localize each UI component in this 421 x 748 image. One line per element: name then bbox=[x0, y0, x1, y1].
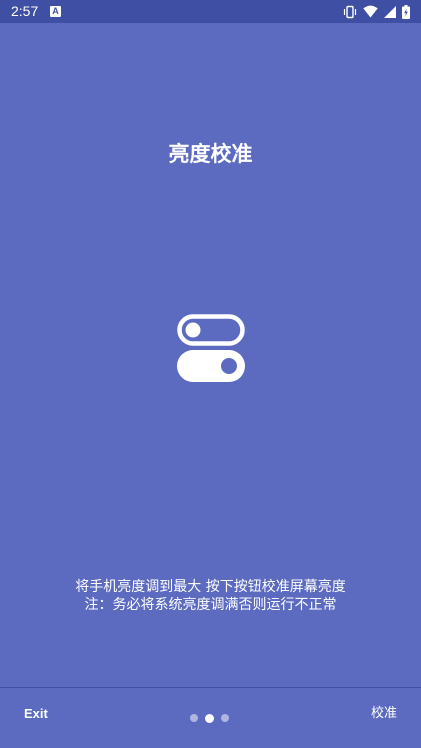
calibrate-button[interactable]: 校准 bbox=[371, 701, 397, 726]
page-dot-2-active bbox=[205, 713, 214, 723]
vibrate-icon bbox=[343, 5, 357, 19]
calibration-screen: 2:57 A 亮度校准 将手机亮度调到最大 按下按钮校准屏幕亮度 注：务必将系统… bbox=[0, 0, 421, 748]
toggle-switches-icon bbox=[177, 314, 245, 382]
status-icons bbox=[343, 4, 410, 19]
instruction-line-2: 注：务必将系统亮度调满否则运行不正常 bbox=[84, 597, 337, 613]
app-notification-icon: A bbox=[50, 6, 61, 17]
page-indicator bbox=[190, 713, 229, 723]
page-dot-1 bbox=[190, 714, 198, 722]
status-time: 2:57 bbox=[11, 3, 39, 19]
status-bar: 2:57 A bbox=[0, 0, 421, 23]
exit-button[interactable]: Exit bbox=[14, 702, 58, 726]
instructions: 将手机亮度调到最大 按下按钮校准屏幕亮度 注：务必将系统亮度调满否则运行不正常 bbox=[0, 578, 421, 614]
bottom-divider bbox=[0, 687, 421, 688]
signal-icon bbox=[384, 5, 396, 18]
wifi-icon bbox=[363, 5, 378, 18]
battery-charging-icon bbox=[402, 4, 410, 19]
page-dot-3 bbox=[221, 714, 229, 722]
instruction-line-1: 将手机亮度调到最大 按下按钮校准屏幕亮度 bbox=[75, 579, 346, 595]
page-title: 亮度校准 bbox=[168, 142, 253, 166]
